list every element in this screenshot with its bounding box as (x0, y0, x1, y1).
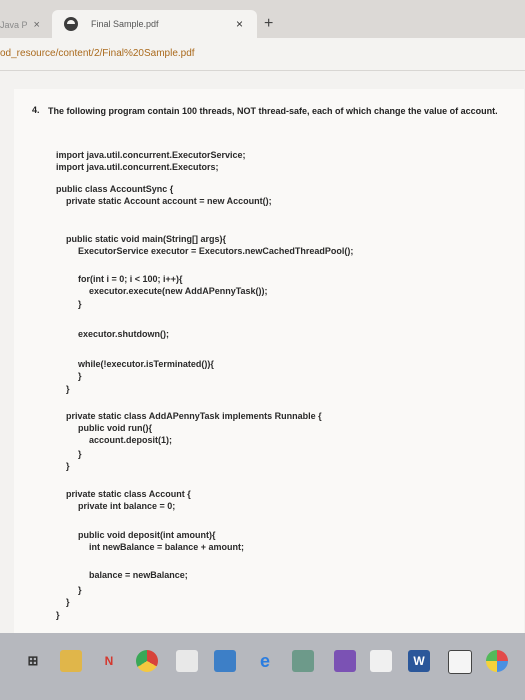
url-filename: Final%20Sample.pdf (102, 48, 195, 59)
tab-java-close-icon[interactable]: × (34, 19, 40, 31)
netbeans-icon[interactable] (370, 650, 392, 672)
address-bar[interactable]: od_resource/content/2/Final%20Sample.pdf (0, 38, 525, 71)
tab-java-label: Java P (0, 20, 28, 30)
code-block: import java.util.concurrent.ExecutorServ… (14, 89, 524, 649)
code-line: public void deposit(int amount){ (78, 530, 216, 540)
app-n-icon[interactable]: N (98, 650, 120, 672)
code-line: public class AccountSync { (56, 184, 174, 194)
code-line: ExecutorService executor = Executors.new… (78, 246, 354, 256)
code-line: private static Account account = new Acc… (66, 196, 272, 206)
paint-icon[interactable] (486, 650, 508, 672)
pdf-favicon-icon (64, 17, 78, 31)
visual-studio-icon[interactable] (334, 650, 356, 672)
code-line: } (78, 299, 82, 309)
code-line: } (56, 610, 60, 620)
code-line: } (78, 371, 82, 381)
photos-icon[interactable] (214, 650, 236, 672)
task-view-icon[interactable]: ⊞ (22, 650, 44, 672)
url-text[interactable]: od_resource/content/2/Final%20Sample.pdf (0, 48, 195, 59)
code-line: public static void main(String[] args){ (66, 234, 227, 244)
code-line: import java.util.concurrent.ExecutorServ… (56, 150, 246, 160)
tab-java[interactable]: Java P × (0, 14, 52, 36)
notepad-icon[interactable] (448, 650, 472, 674)
pdf-viewer: 4. The following program contain 100 thr… (0, 71, 525, 649)
code-line: executor.shutdown(); (78, 329, 170, 339)
code-line: executor.execute(new AddAPennyTask()); (89, 286, 268, 296)
code-line: } (66, 461, 70, 471)
code-line: private int balance = 0; (78, 501, 176, 511)
app-icon[interactable] (292, 650, 314, 672)
edge-icon[interactable]: e (254, 650, 276, 672)
new-tab-button[interactable]: + (264, 15, 273, 33)
code-line: } (78, 585, 82, 595)
code-line: balance = newBalance; (89, 570, 188, 580)
url-prefix: od_resource/content/2/ (0, 48, 103, 59)
code-line: } (66, 384, 70, 394)
file-explorer-icon[interactable] (60, 650, 82, 672)
code-line: for(int i = 0; i < 100; i++){ (78, 274, 183, 284)
code-line: } (78, 449, 82, 459)
chrome-icon[interactable] (136, 650, 158, 672)
code-line: private static class AddAPennyTask imple… (66, 411, 322, 421)
code-line: } (66, 597, 70, 607)
code-line: int newBalance = balance + amount; (89, 542, 245, 552)
code-line: private static class Account { (66, 489, 191, 499)
tab-bar: Java P × Final Sample.pdf × + (0, 0, 525, 38)
pdf-page: 4. The following program contain 100 thr… (14, 89, 524, 649)
tab-final-sample[interactable]: Final Sample.pdf × (52, 10, 257, 38)
code-line: import java.util.concurrent.Executors; (56, 162, 219, 172)
store-icon[interactable] (176, 650, 198, 672)
word-icon[interactable]: W (408, 650, 430, 672)
code-line: public void run(){ (78, 423, 152, 433)
code-line: account.deposit(1); (89, 435, 173, 445)
tab-title: Final Sample.pdf (91, 19, 159, 29)
taskbar: ⊞ N e W (0, 633, 525, 700)
code-line: while(!executor.isTerminated()){ (78, 359, 214, 369)
close-tab-icon[interactable]: × (236, 17, 243, 31)
